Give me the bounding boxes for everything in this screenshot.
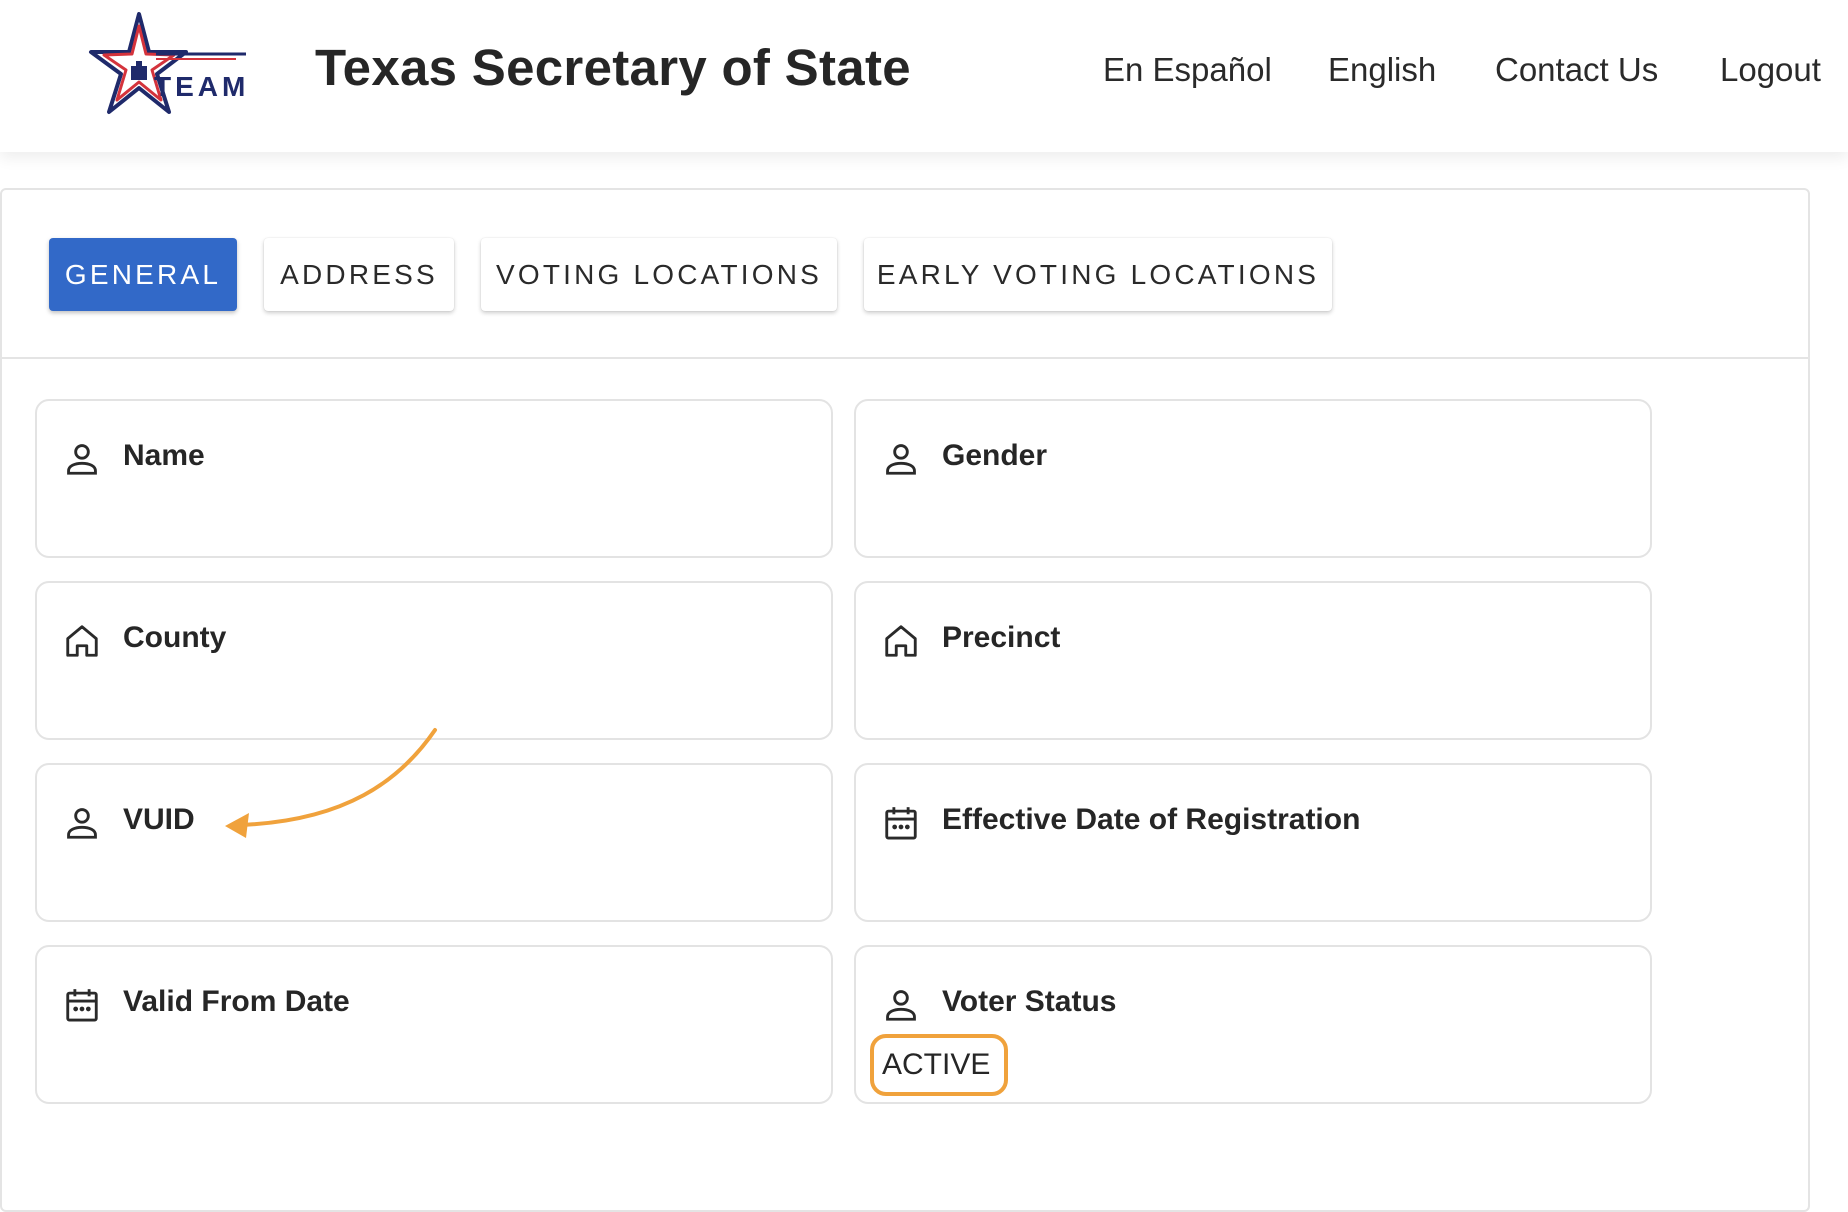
site-header: TEAM Texas Secretary of State En Español…: [0, 0, 1848, 152]
tab-voting-locations[interactable]: VOTING LOCATIONS: [481, 238, 837, 311]
field-card-name: Name: [35, 399, 833, 558]
voter-info-panel: GENERAL ADDRESS VOTING LOCATIONS EARLY V…: [0, 188, 1810, 1212]
tab-address[interactable]: ADDRESS: [264, 238, 454, 311]
person-icon: [67, 808, 97, 839]
tab-early-voting-locations[interactable]: EARLY VOTING LOCATIONS: [864, 238, 1332, 311]
person-icon: [67, 444, 97, 475]
field-card-effective-date: Effective Date of Registration: [854, 763, 1652, 922]
svg-text:TEAM: TEAM: [154, 71, 249, 102]
field-label: Precinct: [942, 621, 1061, 654]
field-label: Gender: [942, 439, 1048, 472]
tab-divider: [2, 357, 1808, 359]
nav-link-contact-us[interactable]: Contact Us: [1495, 48, 1658, 92]
tab-general[interactable]: GENERAL: [49, 238, 237, 311]
field-label: Name: [123, 439, 205, 472]
team-logo[interactable]: TEAM: [86, 12, 252, 120]
annotation-arrow: [225, 728, 437, 838]
field-card-valid-from-date: Valid From Date: [35, 945, 833, 1104]
nav-link-english[interactable]: English: [1328, 48, 1436, 92]
field-card-precinct: Precinct: [854, 581, 1652, 740]
voter-status-value: ACTIVE: [882, 1048, 991, 1081]
field-card-gender: Gender: [854, 399, 1652, 558]
person-icon: [886, 990, 916, 1021]
field-card-voter-status: Voter Status ACTIVE: [854, 945, 1652, 1104]
site-title: Texas Secretary of State: [315, 39, 911, 96]
person-icon: [886, 444, 916, 475]
nav-link-espanol[interactable]: En Español: [1103, 48, 1272, 92]
field-card-county: County: [35, 581, 833, 740]
field-label: County: [123, 621, 227, 654]
field-label: Valid From Date: [123, 985, 350, 1018]
field-label: VUID: [123, 803, 195, 836]
home-icon: [885, 625, 917, 657]
calendar-icon: [66, 989, 98, 1022]
home-icon: [66, 625, 98, 657]
nav-link-logout[interactable]: Logout: [1720, 48, 1821, 92]
field-label: Effective Date of Registration: [942, 803, 1361, 836]
calendar-icon: [885, 807, 917, 840]
field-label: Voter Status: [942, 985, 1117, 1018]
